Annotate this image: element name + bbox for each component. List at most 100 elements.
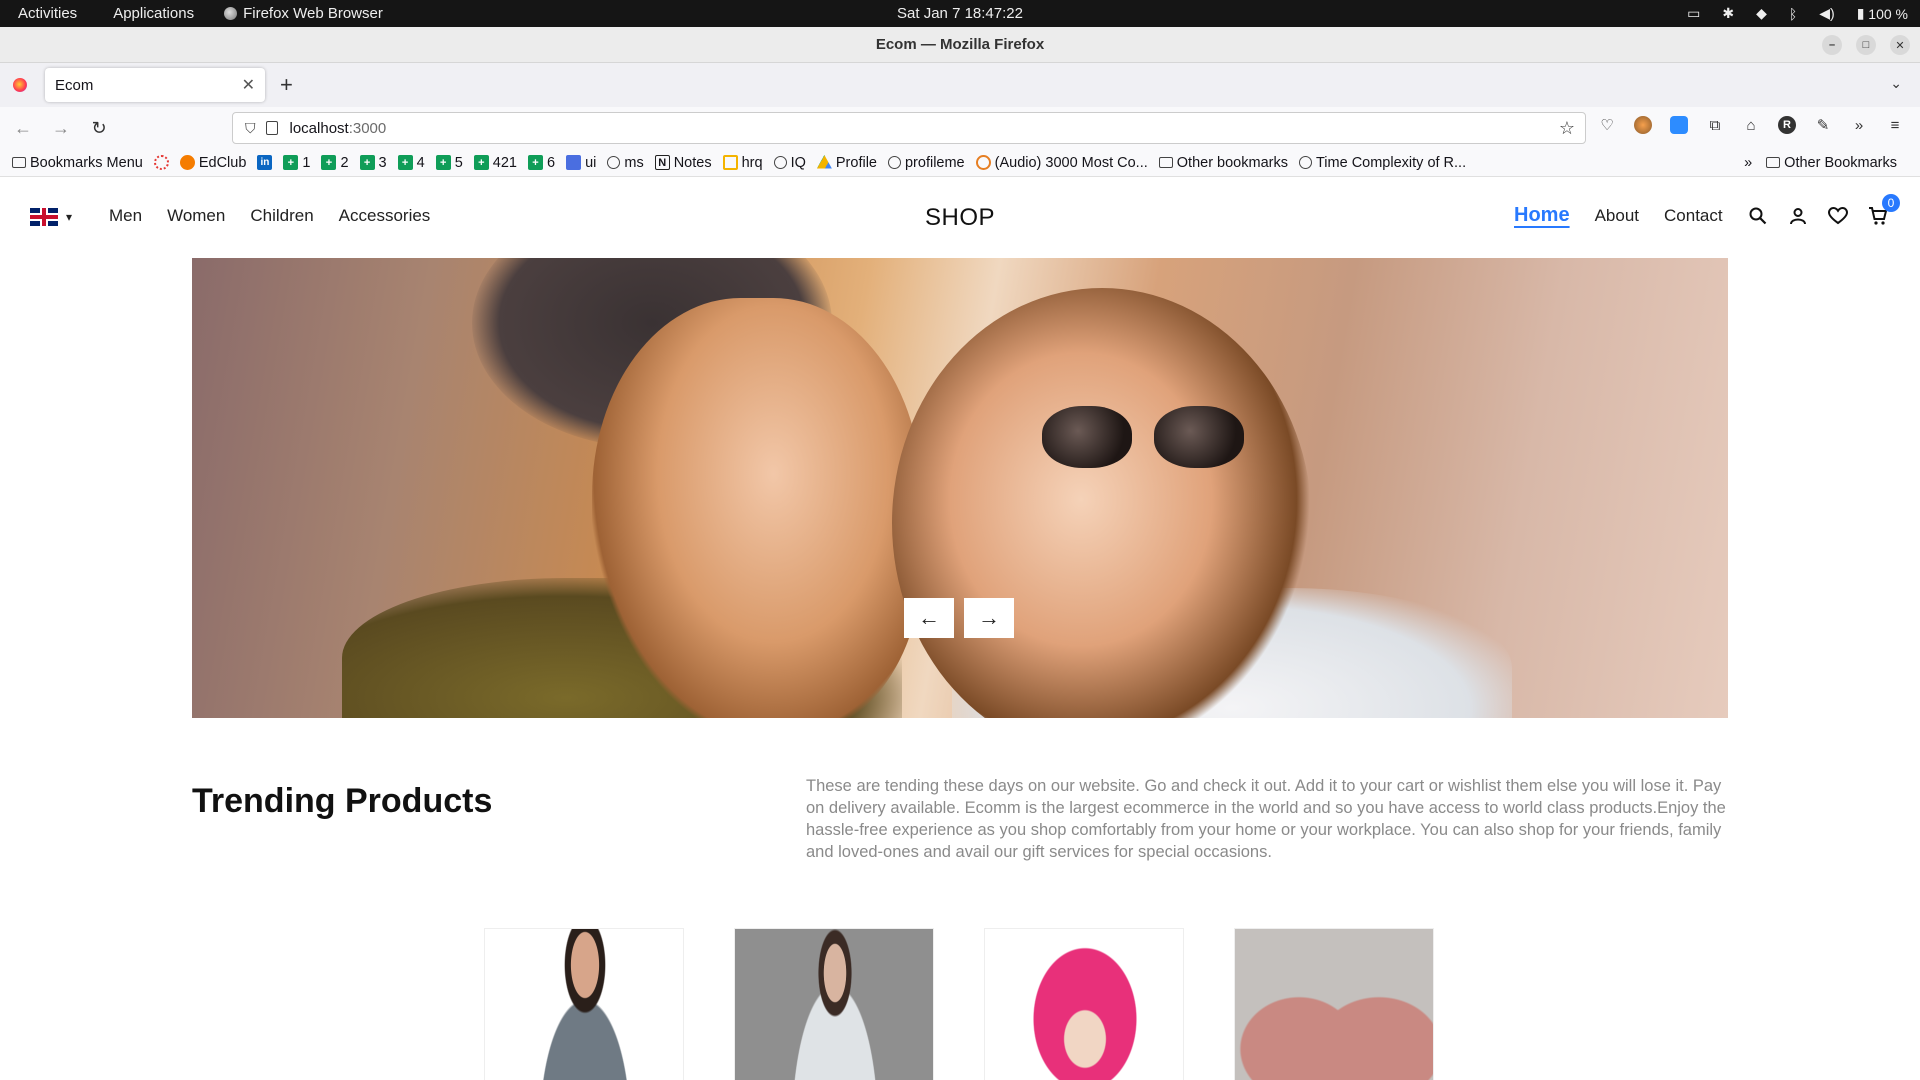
navigation-toolbar: ← → ↻ ⛉ localhost:3000 ☆ ♡ ⧉ ⌂ R ✎ » ≡ bbox=[0, 107, 1920, 149]
bookmark-iq[interactable]: IQ bbox=[773, 154, 806, 171]
sheets-icon: + bbox=[359, 155, 375, 170]
screen-icon[interactable]: ▭ bbox=[1687, 5, 1700, 22]
pocket-icon[interactable]: ♡ bbox=[1598, 116, 1616, 134]
product-card[interactable] bbox=[984, 928, 1184, 1080]
network-settings-icon[interactable]: ✱ bbox=[1722, 5, 1734, 22]
profile-r-icon[interactable]: R bbox=[1778, 116, 1796, 134]
bookmark-label: IQ bbox=[790, 154, 806, 171]
back-button[interactable]: ← bbox=[8, 118, 38, 139]
slider-prev-button[interactable]: ← bbox=[904, 598, 954, 638]
tab-close-icon[interactable]: ✕ bbox=[242, 75, 255, 95]
product-card[interactable] bbox=[734, 928, 934, 1080]
active-app-indicator[interactable]: Firefox Web Browser bbox=[212, 5, 395, 22]
bookmark-sheet-421[interactable]: +421 bbox=[473, 154, 517, 171]
audio-icon bbox=[975, 155, 991, 170]
nav-women[interactable]: Women bbox=[167, 206, 225, 226]
activities-button[interactable]: Activities bbox=[0, 0, 95, 27]
linkedin-icon: in bbox=[257, 155, 273, 170]
bookmark-time-complexity[interactable]: Time Complexity of R... bbox=[1298, 154, 1467, 171]
bookmark-sheet-6[interactable]: +6 bbox=[527, 154, 556, 171]
heart-icon[interactable] bbox=[1828, 206, 1848, 226]
bookmark-star-icon[interactable]: ☆ bbox=[1559, 118, 1575, 139]
bookmark-profileme[interactable]: profileme bbox=[887, 155, 965, 171]
site-logo[interactable]: SHOP bbox=[925, 204, 995, 232]
bookmark-edclub[interactable]: EdClub bbox=[179, 155, 246, 171]
tab-ecom[interactable]: Ecom ✕ bbox=[45, 68, 265, 102]
minimize-button[interactable]: – bbox=[1822, 35, 1842, 55]
url-bar[interactable]: ⛉ localhost:3000 ☆ bbox=[232, 112, 1586, 144]
window-titlebar: Ecom — Mozilla Firefox – □ ✕ bbox=[0, 27, 1920, 63]
folder-icon bbox=[12, 157, 26, 168]
bookmark-sheet-4[interactable]: +4 bbox=[397, 155, 425, 171]
bookmark-label: Profile bbox=[835, 154, 877, 171]
bookmark-label: 5 bbox=[454, 154, 463, 171]
bluetooth-icon: ᛒ bbox=[1788, 5, 1798, 22]
bookmark-bookmarks-menu[interactable]: Bookmarks Menu bbox=[12, 155, 143, 171]
extension-avatar-icon[interactable] bbox=[1634, 116, 1652, 134]
notion-icon: N bbox=[654, 155, 670, 170]
bookmark-notes[interactable]: N Notes bbox=[654, 155, 712, 171]
bookmark-sheet-2[interactable]: +2 bbox=[321, 154, 349, 171]
tab-strip: Ecom ✕ + ⌄ bbox=[0, 63, 1920, 107]
bookmark-sheet-1[interactable]: +1 bbox=[283, 155, 310, 171]
bookmark-linkedin[interactable]: in bbox=[257, 155, 273, 170]
overflow-chevron-icon[interactable]: » bbox=[1850, 116, 1868, 134]
bookmark-sheet-5[interactable]: +5 bbox=[435, 154, 463, 171]
bookmark-label: ui bbox=[585, 154, 597, 171]
bookmark-sheet-3[interactable]: +3 bbox=[359, 155, 387, 171]
zoom-extension-icon[interactable] bbox=[1670, 116, 1688, 134]
sheets-icon: + bbox=[283, 155, 299, 170]
bookmark-label: Other bookmarks bbox=[1176, 154, 1288, 171]
nav-men[interactable]: Men bbox=[109, 206, 142, 226]
reload-button[interactable]: ↻ bbox=[84, 118, 114, 139]
bookmark-ms[interactable]: ms bbox=[607, 154, 644, 171]
language-selector[interactable]: ▾ bbox=[30, 208, 72, 226]
product-image-women-shirt bbox=[775, 929, 895, 1080]
tracking-shield-icon[interactable]: ⛉ bbox=[245, 120, 256, 137]
url-host: localhost bbox=[289, 119, 349, 137]
extensions-puzzle-icon[interactable]: ⧉ bbox=[1706, 116, 1724, 134]
forward-button[interactable]: → bbox=[46, 118, 76, 139]
nav-home[interactable]: Home bbox=[1514, 204, 1570, 227]
nav-children[interactable]: Children bbox=[250, 206, 313, 226]
bookmark-label: Time Complexity of R... bbox=[1315, 154, 1467, 171]
cart-icon[interactable]: 0 bbox=[1868, 194, 1900, 226]
bookmark-hrq[interactable]: hrq bbox=[722, 154, 763, 171]
nav-contact[interactable]: Contact bbox=[1664, 206, 1723, 227]
tab-list-chevron-icon[interactable]: ⌄ bbox=[1890, 75, 1902, 92]
firefox-view-icon[interactable] bbox=[13, 78, 27, 92]
bookmark-label: 6 bbox=[546, 154, 556, 171]
sheets-icon: + bbox=[473, 155, 489, 170]
clock[interactable]: Sat Jan 7 18:47:22 bbox=[897, 0, 1023, 27]
close-window-button[interactable]: ✕ bbox=[1890, 35, 1910, 55]
nav-about[interactable]: About bbox=[1595, 206, 1639, 227]
product-card[interactable] bbox=[1234, 928, 1434, 1080]
app-menu-icon[interactable]: ≡ bbox=[1886, 116, 1904, 134]
bookmark-other-bookmarks-folder[interactable]: Other bookmarks bbox=[1158, 154, 1288, 171]
bookmark-ui[interactable]: ui bbox=[566, 155, 596, 171]
user-icon[interactable] bbox=[1788, 206, 1808, 226]
wifi-icon: ◆ bbox=[1756, 5, 1767, 21]
applications-menu[interactable]: Applications bbox=[95, 0, 212, 27]
color-picker-icon[interactable]: ✎ bbox=[1814, 116, 1832, 134]
page-info-icon[interactable] bbox=[265, 121, 278, 135]
nav-accessories[interactable]: Accessories bbox=[339, 206, 431, 226]
system-tray[interactable]: ▭ ✱ ◆ ᛒ ◀) ▮ 100 % bbox=[1687, 0, 1908, 27]
bookmark-ring[interactable] bbox=[153, 155, 169, 170]
maximize-button[interactable]: □ bbox=[1856, 35, 1876, 55]
new-tab-button[interactable]: + bbox=[280, 72, 293, 98]
sheets-icon: + bbox=[435, 155, 451, 170]
product-image-accessory bbox=[1235, 929, 1433, 1080]
bookmark-profile[interactable]: Profile bbox=[816, 154, 877, 171]
product-card[interactable] bbox=[484, 928, 684, 1080]
extension-badge-icon[interactable]: ⌂ bbox=[1742, 116, 1760, 134]
bookmark-label: 421 bbox=[492, 154, 517, 171]
bookmarks-overflow-icon[interactable]: » bbox=[1744, 155, 1752, 171]
slider-next-button[interactable]: → bbox=[964, 598, 1014, 638]
bookmark-label: 2 bbox=[340, 154, 349, 171]
search-icon[interactable] bbox=[1748, 206, 1768, 226]
other-bookmarks-menu[interactable]: Other Bookmarks bbox=[1766, 155, 1897, 171]
bookmark-audio[interactable]: (Audio) 3000 Most Co... bbox=[975, 155, 1148, 171]
bookmark-label: ms bbox=[624, 154, 644, 171]
bookmark-label: hrq bbox=[741, 154, 763, 171]
